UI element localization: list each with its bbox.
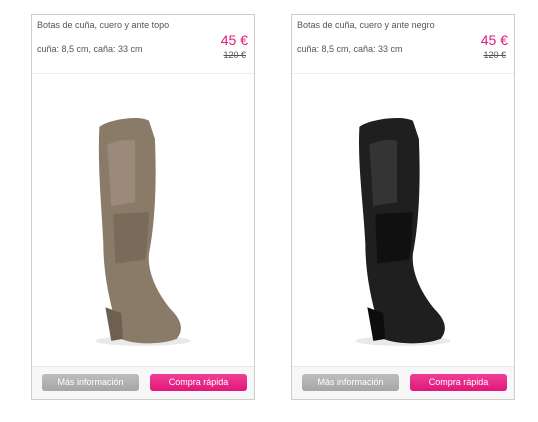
- product-spec: cuña: 8,5 cm, caña: 33 cm: [297, 44, 403, 54]
- product-card[interactable]: Botas de cuña, cuero y ante topo cuña: 8…: [31, 14, 255, 400]
- product-title[interactable]: Botas de cuña, cuero y ante topo: [37, 20, 197, 31]
- product-image[interactable]: [32, 74, 254, 367]
- more-info-button[interactable]: Más información: [42, 374, 139, 391]
- product-price: 45 €: [220, 32, 248, 48]
- boot-highlight: [107, 139, 136, 207]
- product-header: Botas de cuña, cuero y ante negro cuña: …: [292, 15, 514, 74]
- boot-image: [355, 118, 451, 346]
- product-spec: cuña: 8,5 cm, caña: 33 cm: [37, 44, 143, 54]
- more-info-button[interactable]: Más información: [302, 374, 399, 391]
- boot-image: [95, 118, 191, 346]
- quick-buy-button[interactable]: Compra rápida: [410, 374, 507, 391]
- product-header: Botas de cuña, cuero y ante topo cuña: 8…: [32, 15, 254, 74]
- boot-panel: [375, 212, 413, 264]
- product-title[interactable]: Botas de cuña, cuero y ante negro: [297, 20, 457, 31]
- product-price: 45 €: [480, 32, 508, 48]
- boot-highlight: [369, 139, 398, 207]
- boot-panel: [113, 212, 149, 264]
- product-actions: Más información Compra rápida: [32, 366, 254, 399]
- product-card[interactable]: Botas de cuña, cuero y ante negro cuña: …: [291, 14, 515, 400]
- quick-buy-button[interactable]: Compra rápida: [150, 374, 247, 391]
- product-image[interactable]: [292, 74, 514, 367]
- product-old-price: 120 €: [483, 50, 506, 60]
- product-old-price: 120 €: [223, 50, 246, 60]
- product-actions: Más información Compra rápida: [292, 366, 514, 399]
